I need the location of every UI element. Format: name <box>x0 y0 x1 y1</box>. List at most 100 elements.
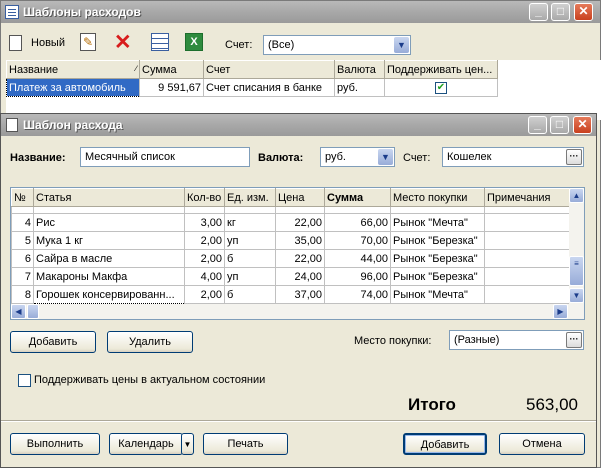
cell-item[interactable]: Сайра в масле <box>33 249 185 268</box>
cell-place[interactable]: Рынок "Березка" <box>390 267 485 286</box>
delete-row-button[interactable]: Удалить <box>107 331 193 353</box>
grid-col-notes[interactable]: Примечания <box>484 188 572 207</box>
cell-note[interactable] <box>484 231 572 250</box>
cell-note[interactable] <box>484 249 572 268</box>
scroll-down-icon[interactable]: ▼ <box>569 288 584 303</box>
print-button[interactable]: Печать <box>203 433 288 455</box>
cell-unit[interactable]: уп <box>224 267 276 286</box>
table-row[interactable]: Платеж за автомобиль 9 591,67 Счет списа… <box>6 78 498 97</box>
grid-col-price[interactable]: Цена <box>275 188 325 207</box>
cell-place[interactable]: Рынок "Мечта" <box>390 213 485 232</box>
cell-unit[interactable]: б <box>224 249 276 268</box>
grid-col-number[interactable]: № <box>11 188 34 207</box>
main-title-bar[interactable]: Шаблоны расходов _ □ ✕ <box>1 1 600 23</box>
grid-col-place[interactable]: Место покупки <box>390 188 485 207</box>
grid-col-sum[interactable]: Сумма <box>324 188 391 207</box>
scroll-up-icon[interactable]: ▲ <box>569 188 584 203</box>
cell-sum[interactable]: 74,00 <box>324 285 391 304</box>
keep-prices-checkbox[interactable] <box>18 374 31 387</box>
cell-qty[interactable]: 4,00 <box>184 267 225 286</box>
cancel-button[interactable]: Отмена <box>499 433 585 455</box>
dialog-minimize-button[interactable]: _ <box>528 116 547 134</box>
cell-item[interactable]: Рис <box>33 213 185 232</box>
minimize-button[interactable]: _ <box>529 3 548 21</box>
cell-unit[interactable]: уп <box>224 231 276 250</box>
currency-select[interactable]: руб. ▼ <box>320 147 395 167</box>
account-select[interactable]: (Все) ▼ <box>263 35 411 55</box>
scroll-left-icon[interactable]: ◀ <box>11 304 26 319</box>
template-dialog: Шаблон расхода _ □ ✕ Название: Месячный … <box>0 113 597 468</box>
cell-price[interactable]: 37,00 <box>275 285 325 304</box>
table-row[interactable]: 5 Мука 1 кг 2,00 уп 35,00 70,00 Рынок "Березка… <box>11 231 572 250</box>
run-button[interactable]: Выполнить <box>10 433 100 455</box>
row-sum[interactable]: 9 591,67 <box>139 78 204 97</box>
cell-place[interactable]: Рынок "Мечта" <box>390 285 485 304</box>
cell-note[interactable] <box>484 267 572 286</box>
grid-col-item[interactable]: Статья <box>33 188 185 207</box>
ellipsis-icon[interactable]: ··· <box>566 149 582 165</box>
row-account[interactable]: Счет списания в банке <box>203 78 335 97</box>
delete-icon[interactable]: ✕ <box>114 30 132 55</box>
horizontal-scrollbar[interactable]: ◀ ▶ <box>11 304 584 319</box>
cell-price[interactable]: 22,00 <box>275 249 325 268</box>
add-button[interactable]: Добавить <box>403 433 487 455</box>
cell-item[interactable]: Мука 1 кг <box>33 231 185 250</box>
cell-unit[interactable]: б <box>224 285 276 304</box>
col-keep-prices[interactable]: Поддерживать цен... <box>384 60 498 79</box>
cell-price[interactable]: 35,00 <box>275 231 325 250</box>
chevron-down-icon[interactable]: ▼ <box>378 149 393 165</box>
account-select-value: (Все) <box>268 39 295 51</box>
table-row[interactable]: 6 Сайра в масле 2,00 б 22,00 44,00 Рынок "Бере… <box>11 249 572 268</box>
h-scroll-thumb[interactable] <box>27 304 39 319</box>
cell-sum[interactable]: 70,00 <box>324 231 391 250</box>
grid-col-unit[interactable]: Ед. изм. <box>224 188 276 207</box>
cell-item[interactable]: Горошек консервированн... <box>33 285 185 304</box>
table-icon[interactable] <box>151 33 169 51</box>
ellipsis-icon[interactable]: ··· <box>566 332 582 348</box>
col-sum[interactable]: Сумма <box>139 60 204 79</box>
excel-icon[interactable]: X <box>185 33 203 51</box>
dialog-title-bar[interactable]: Шаблон расхода _ □ ✕ <box>1 114 596 136</box>
cell-item[interactable]: Макароны Макфа <box>33 267 185 286</box>
cell-sum[interactable]: 66,00 <box>324 213 391 232</box>
calendar-button[interactable]: Календарь <box>109 433 183 455</box>
cell-note[interactable] <box>484 285 572 304</box>
col-currency[interactable]: Валюта <box>334 60 385 79</box>
calendar-dropdown-button[interactable]: ▼ <box>181 433 194 455</box>
close-button[interactable]: ✕ <box>574 3 593 21</box>
cell-qty[interactable]: 2,00 <box>184 285 225 304</box>
cell-sum[interactable]: 44,00 <box>324 249 391 268</box>
scroll-thumb[interactable]: ≡ <box>569 256 584 286</box>
cell-price[interactable]: 22,00 <box>275 213 325 232</box>
edit-icon[interactable]: ✎ <box>80 33 96 51</box>
name-input[interactable]: Месячный список <box>80 147 250 167</box>
table-row[interactable]: 7 Макароны Макфа 4,00 уп 24,00 96,00 Рынок "Бе… <box>11 267 572 286</box>
cell-qty[interactable]: 2,00 <box>184 231 225 250</box>
dialog-account-field[interactable]: Кошелек ··· <box>442 147 584 167</box>
cell-place[interactable]: Рынок "Березка" <box>390 231 485 250</box>
cell-qty[interactable]: 3,00 <box>184 213 225 232</box>
cell-price[interactable]: 24,00 <box>275 267 325 286</box>
maximize-button[interactable]: □ <box>551 3 570 21</box>
col-account[interactable]: Счет <box>203 60 335 79</box>
row-name[interactable]: Платеж за автомобиль <box>6 78 140 97</box>
dialog-maximize-button[interactable]: □ <box>550 116 569 134</box>
cell-qty[interactable]: 2,00 <box>184 249 225 268</box>
row-keep-checkbox[interactable]: ✔ <box>384 78 498 97</box>
cell-sum[interactable]: 96,00 <box>324 267 391 286</box>
cell-note[interactable] <box>484 213 572 232</box>
new-button[interactable]: Новый <box>5 32 69 54</box>
table-row[interactable]: 8 Горошек консервированн... 2,00 б 37,00 74,0… <box>11 285 572 304</box>
grid-col-qty[interactable]: Кол-во <box>184 188 225 207</box>
row-currency[interactable]: руб. <box>334 78 385 97</box>
col-name[interactable]: Название ∕ <box>6 60 140 79</box>
vertical-scrollbar[interactable]: ▲ ≡ ▼ <box>569 188 584 304</box>
table-row[interactable]: 4 Рис 3,00 кг 22,00 66,00 Рынок "Мечта" <box>11 213 572 232</box>
add-row-button[interactable]: Добавить <box>10 331 96 353</box>
chevron-down-icon[interactable]: ▼ <box>394 37 409 53</box>
cell-unit[interactable]: кг <box>224 213 276 232</box>
dialog-close-button[interactable]: ✕ <box>573 116 592 134</box>
scroll-right-icon[interactable]: ▶ <box>553 304 568 319</box>
place-field[interactable]: (Разные) ··· <box>449 330 584 350</box>
cell-place[interactable]: Рынок "Березка" <box>390 249 485 268</box>
